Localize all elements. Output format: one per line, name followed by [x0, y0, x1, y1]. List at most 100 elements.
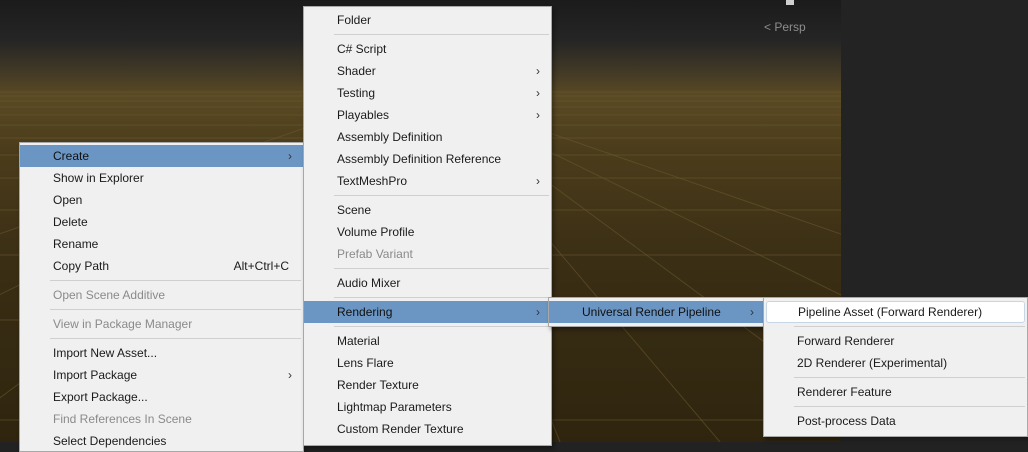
- menu-separator: [334, 195, 549, 196]
- chevron-right-icon: ›: [536, 174, 540, 188]
- menu-item-label: Post-process Data: [797, 414, 896, 428]
- menu-item-label: 2D Renderer (Experimental): [797, 356, 948, 370]
- menu-item-lightmap-parameters[interactable]: Lightmap Parameters: [304, 396, 551, 418]
- menu-item-lens-flare[interactable]: Lens Flare: [304, 352, 551, 374]
- create-submenu: Folder C# Script Shader › Testing › Playab…: [303, 6, 552, 446]
- menu-separator: [50, 338, 301, 339]
- menu-item-label: Audio Mixer: [337, 276, 401, 290]
- menu-item-rendering[interactable]: Rendering ›: [304, 301, 551, 323]
- chevron-right-icon: ›: [750, 305, 754, 319]
- menu-item-shader[interactable]: Shader ›: [304, 60, 551, 82]
- menu-item-label: Open: [53, 193, 83, 207]
- menu-item-testing[interactable]: Testing ›: [304, 82, 551, 104]
- urp-submenu: Pipeline Asset (Forward Renderer) Forwar…: [763, 297, 1028, 437]
- menu-item-label: Rename: [53, 237, 99, 251]
- menu-item-label: Find References In Scene: [53, 412, 192, 426]
- menu-item-open-scene-additive: Open Scene Additive: [20, 284, 303, 306]
- menu-item-copy-path[interactable]: Copy Path Alt+Ctrl+C: [20, 255, 303, 277]
- menu-item-label: Assembly Definition: [337, 130, 443, 144]
- menu-separator: [794, 326, 1025, 327]
- menu-item-label: TextMeshPro: [337, 174, 408, 188]
- persp-label[interactable]: < Persp: [764, 20, 806, 34]
- menu-item-textmeshpro[interactable]: TextMeshPro ›: [304, 170, 551, 192]
- menu-item-label: Select Dependencies: [53, 434, 167, 448]
- menu-item-label: Forward Renderer: [797, 334, 895, 348]
- rendering-submenu: Universal Render Pipeline ›: [548, 297, 766, 327]
- menu-item-label: Import Package: [53, 368, 138, 382]
- menu-separator: [334, 268, 549, 269]
- chevron-right-icon: ›: [536, 86, 540, 100]
- menu-item-2d-renderer[interactable]: 2D Renderer (Experimental): [764, 352, 1027, 374]
- menu-item-playables[interactable]: Playables ›: [304, 104, 551, 126]
- menu-item-label: Pipeline Asset (Forward Renderer): [798, 305, 983, 319]
- menu-item-delete[interactable]: Delete: [20, 211, 303, 233]
- orientation-gizmo[interactable]: [786, 0, 794, 5]
- menu-item-label: Open Scene Additive: [53, 288, 166, 302]
- menu-item-select-dependencies[interactable]: Select Dependencies: [20, 430, 303, 452]
- chevron-right-icon: ›: [288, 368, 292, 382]
- menu-item-assembly-definition[interactable]: Assembly Definition: [304, 126, 551, 148]
- menu-item-label: Export Package...: [53, 390, 148, 404]
- menu-item-scene[interactable]: Scene: [304, 199, 551, 221]
- menu-item-universal-render-pipeline[interactable]: Universal Render Pipeline ›: [549, 301, 765, 323]
- menu-item-label: Render Texture: [337, 378, 419, 392]
- menu-item-pipeline-asset[interactable]: Pipeline Asset (Forward Renderer): [766, 301, 1025, 323]
- chevron-right-icon: ›: [536, 108, 540, 122]
- menu-item-import-new-asset[interactable]: Import New Asset...: [20, 342, 303, 364]
- menu-separator: [50, 280, 301, 281]
- menu-item-label: Rendering: [337, 305, 393, 319]
- menu-item-label: View in Package Manager: [53, 317, 193, 331]
- menu-item-custom-render-texture[interactable]: Custom Render Texture: [304, 418, 551, 440]
- menu-item-label: Folder: [337, 13, 372, 27]
- menu-separator: [334, 297, 549, 298]
- chevron-right-icon: ›: [536, 64, 540, 78]
- menu-separator: [334, 34, 549, 35]
- menu-item-label: Create: [53, 149, 90, 163]
- menu-item-label: Testing: [337, 86, 376, 100]
- menu-item-create[interactable]: Create ›: [20, 145, 303, 167]
- menu-item-view-in-package-manager: View in Package Manager: [20, 313, 303, 335]
- menu-item-find-references: Find References In Scene: [20, 408, 303, 430]
- menu-item-post-process-data[interactable]: Post-process Data: [764, 410, 1027, 432]
- menu-item-label: Lens Flare: [337, 356, 394, 370]
- menu-item-shortcut: Alt+Ctrl+C: [233, 259, 289, 273]
- menu-item-label: C# Script: [337, 42, 387, 56]
- menu-item-export-package[interactable]: Export Package...: [20, 386, 303, 408]
- menu-item-csharp-script[interactable]: C# Script: [304, 38, 551, 60]
- menu-item-label: Show in Explorer: [53, 171, 144, 185]
- menu-item-rename[interactable]: Rename: [20, 233, 303, 255]
- menu-item-prefab-variant: Prefab Variant: [304, 243, 551, 265]
- menu-item-volume-profile[interactable]: Volume Profile: [304, 221, 551, 243]
- menu-item-label: Shader: [337, 64, 376, 78]
- menu-item-label: Import New Asset...: [53, 346, 158, 360]
- menu-separator: [794, 406, 1025, 407]
- menu-item-label: Custom Render Texture: [337, 422, 464, 436]
- menu-item-forward-renderer[interactable]: Forward Renderer: [764, 330, 1027, 352]
- menu-item-label: Universal Render Pipeline: [582, 305, 721, 319]
- menu-item-label: Renderer Feature: [797, 385, 892, 399]
- menu-item-show-in-explorer[interactable]: Show in Explorer: [20, 167, 303, 189]
- menu-item-label: Copy Path: [53, 259, 110, 273]
- menu-item-label: Delete: [53, 215, 88, 229]
- menu-item-renderer-feature[interactable]: Renderer Feature: [764, 381, 1027, 403]
- menu-item-render-texture[interactable]: Render Texture: [304, 374, 551, 396]
- menu-separator: [794, 377, 1025, 378]
- chevron-right-icon: ›: [536, 305, 540, 319]
- menu-separator: [50, 309, 301, 310]
- chevron-right-icon: ›: [288, 149, 292, 163]
- menu-item-label: Playables: [337, 108, 390, 122]
- menu-item-label: Assembly Definition Reference: [337, 152, 502, 166]
- menu-separator: [334, 326, 549, 327]
- menu-item-folder[interactable]: Folder: [304, 9, 551, 31]
- menu-item-label: Lightmap Parameters: [337, 400, 452, 414]
- menu-item-label: Material: [337, 334, 380, 348]
- menu-item-label: Volume Profile: [337, 225, 415, 239]
- menu-item-assembly-definition-reference[interactable]: Assembly Definition Reference: [304, 148, 551, 170]
- menu-item-open[interactable]: Open: [20, 189, 303, 211]
- menu-item-label: Prefab Variant: [337, 247, 413, 261]
- menu-item-audio-mixer[interactable]: Audio Mixer: [304, 272, 551, 294]
- project-context-menu: Create › Show in Explorer Open Delete Ren…: [19, 142, 304, 452]
- menu-item-material[interactable]: Material: [304, 330, 551, 352]
- menu-item-import-package[interactable]: Import Package ›: [20, 364, 303, 386]
- menu-item-label: Scene: [337, 203, 372, 217]
